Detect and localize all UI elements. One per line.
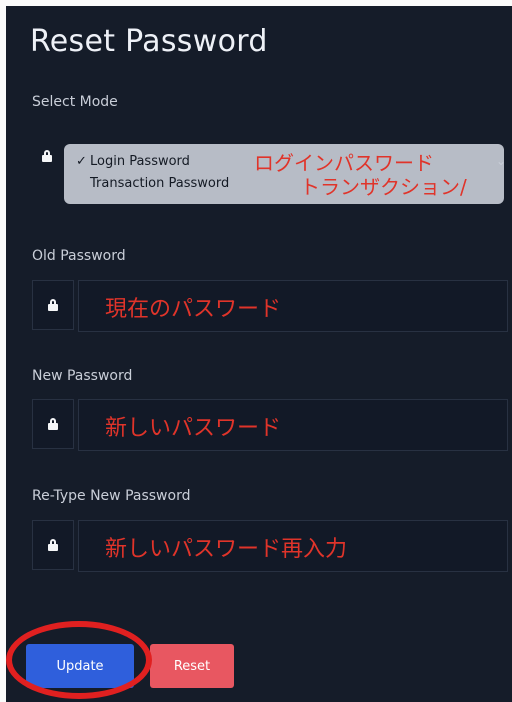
new-password-field[interactable]: 新しいパスワード (78, 399, 508, 451)
annotation-transaction-password: トランザクション/ (300, 175, 467, 199)
select-mode-label: Select Mode (32, 94, 118, 110)
lock-icon (48, 539, 58, 551)
chevron-down-icon: ⌄ (496, 154, 507, 168)
retype-password-lock (32, 520, 74, 570)
old-password-label: Old Password (32, 248, 126, 264)
option-login-password[interactable]: Login Password (90, 154, 190, 169)
new-password-annotation: 新しいパスワード (105, 416, 282, 441)
old-password-field[interactable]: 現在のパスワード (78, 280, 508, 332)
dropdown-checkmark: ✓ (76, 154, 87, 169)
new-password-lock (32, 399, 74, 449)
retype-password-label: Re-Type New Password (32, 488, 191, 504)
old-password-annotation: 現在のパスワード (105, 297, 282, 322)
mode-dropdown[interactable]: ✓ Login Password Transaction Password ログ… (64, 144, 504, 204)
reset-password-panel: Reset Password Select Mode ✓ Login Passw… (6, 6, 512, 702)
retype-password-annotation: 新しいパスワード再入力 (105, 537, 348, 562)
old-password-lock (32, 280, 74, 330)
retype-password-field[interactable]: 新しいパスワード再入力 (78, 520, 508, 572)
lock-icon (42, 150, 52, 162)
option-transaction-password[interactable]: Transaction Password (90, 176, 229, 191)
page-title: Reset Password (30, 24, 268, 59)
lock-icon (48, 418, 58, 430)
lock-icon (48, 299, 58, 311)
reset-button[interactable]: Reset (150, 644, 234, 688)
new-password-label: New Password (32, 368, 133, 384)
update-highlight-circle (6, 621, 152, 699)
